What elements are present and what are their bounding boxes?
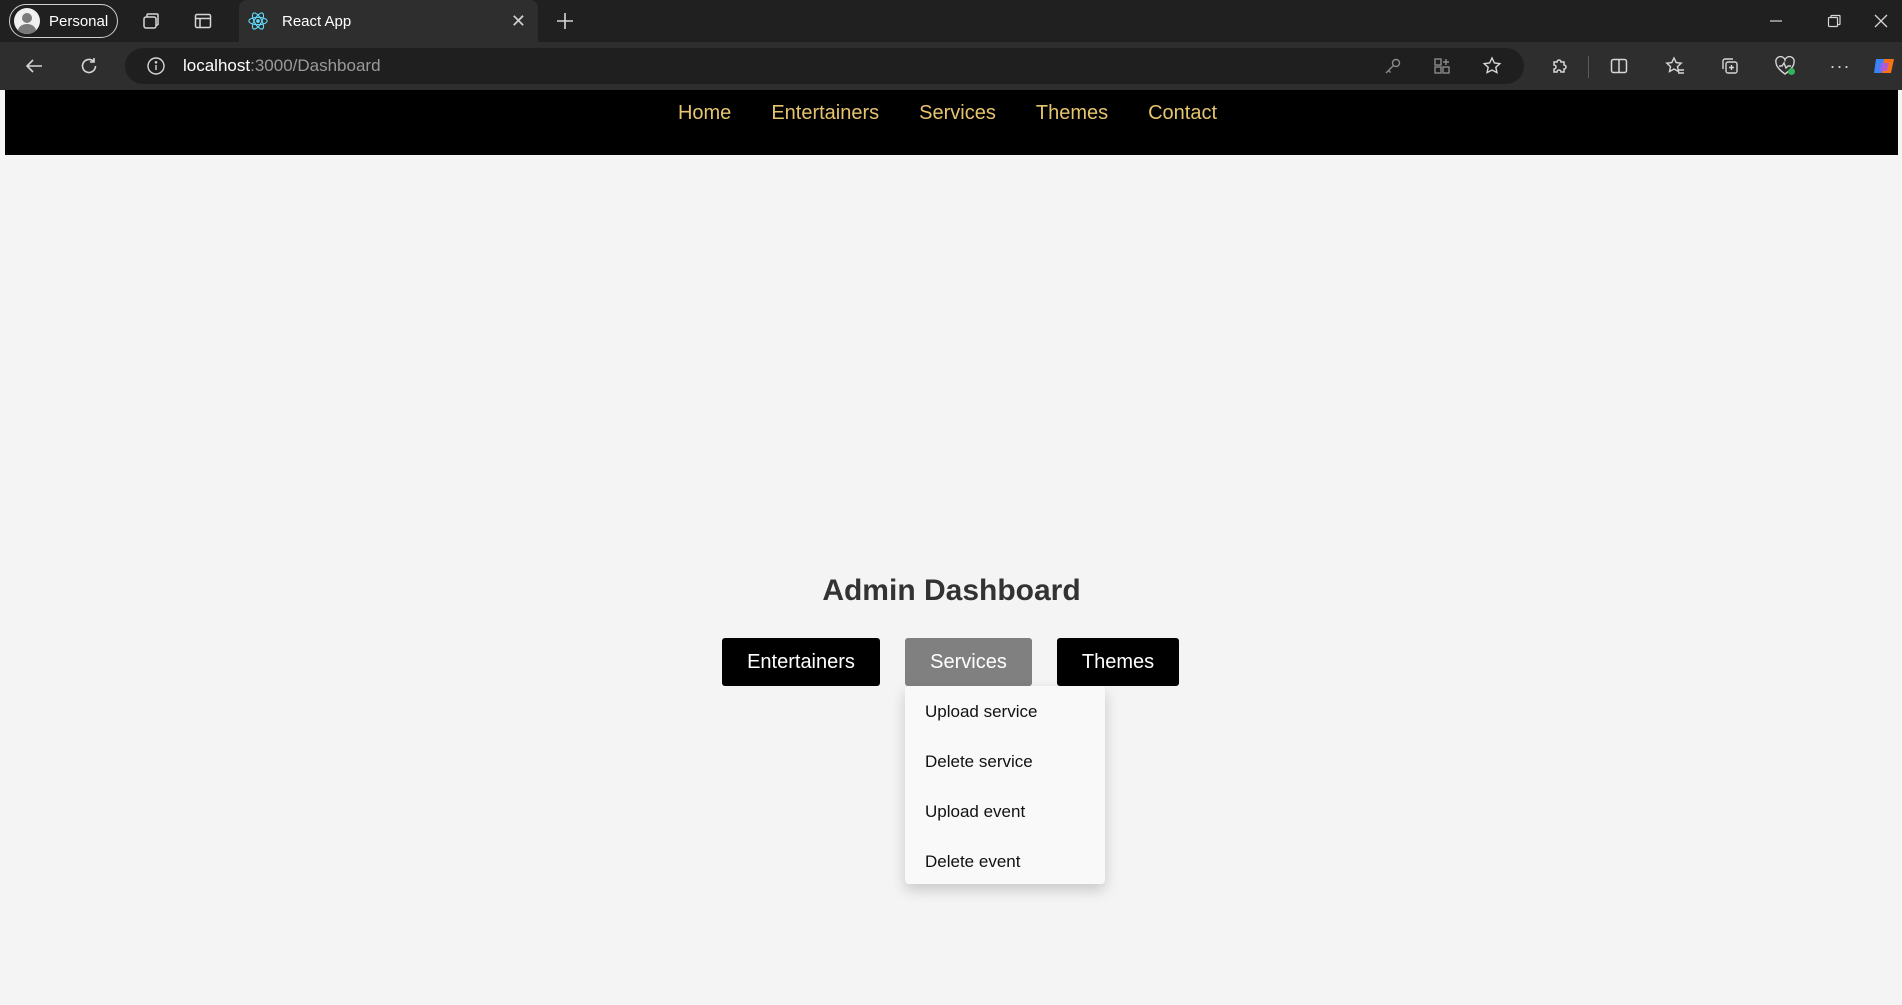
nav-item-home[interactable]: Home bbox=[678, 102, 731, 155]
split-screen-icon[interactable] bbox=[1599, 42, 1639, 90]
extensions-icon[interactable] bbox=[1540, 42, 1580, 90]
menu-item-delete-event[interactable]: Delete event bbox=[905, 842, 1105, 892]
site-navbar: Home Entertainers Services Themes Contac… bbox=[5, 90, 1898, 155]
browser-tab-bar: Personal React App ✕ bbox=[0, 0, 1902, 42]
nav-item-contact[interactable]: Contact bbox=[1148, 102, 1217, 155]
dashboard-button-group: Entertainers Services Themes bbox=[722, 638, 1179, 686]
new-tab-icon[interactable] bbox=[552, 8, 578, 34]
page-title: Admin Dashboard bbox=[822, 574, 1081, 607]
menu-item-upload-service[interactable]: Upload service bbox=[905, 692, 1105, 742]
toolbar-divider bbox=[1588, 56, 1589, 78]
nav-item-entertainers[interactable]: Entertainers bbox=[771, 102, 879, 155]
copilot-icon[interactable] bbox=[1872, 42, 1902, 90]
tab-actions-icon[interactable] bbox=[139, 9, 163, 33]
menu-item-upload-event[interactable]: Upload event bbox=[905, 792, 1105, 842]
favorites-icon[interactable] bbox=[1655, 42, 1695, 90]
url-text: localhost:3000/Dashboard bbox=[183, 56, 381, 75]
browser-essentials-icon[interactable] bbox=[1765, 42, 1805, 90]
favorite-star-icon[interactable] bbox=[1472, 42, 1512, 90]
apps-icon[interactable] bbox=[1422, 42, 1462, 90]
nav-item-services[interactable]: Services bbox=[919, 102, 996, 155]
minimize-icon[interactable] bbox=[1748, 0, 1804, 42]
entertainers-button[interactable]: Entertainers bbox=[722, 638, 880, 686]
back-icon[interactable] bbox=[14, 42, 54, 90]
page-viewport: Home Entertainers Services Themes Contac… bbox=[5, 90, 1898, 1005]
react-icon bbox=[248, 11, 268, 31]
collections-icon[interactable] bbox=[1710, 42, 1750, 90]
nav-list: Home Entertainers Services Themes Contac… bbox=[658, 90, 1237, 155]
menu-item-delete-service[interactable]: Delete service bbox=[905, 742, 1105, 792]
tab-title: React App bbox=[282, 12, 352, 30]
address-bar[interactable]: localhost:3000/Dashboard bbox=[125, 48, 1524, 84]
window-close-icon[interactable] bbox=[1860, 0, 1902, 42]
services-button[interactable]: Services bbox=[905, 638, 1032, 686]
refresh-icon[interactable] bbox=[69, 42, 109, 90]
nav-item-themes[interactable]: Themes bbox=[1036, 102, 1108, 155]
restore-icon[interactable] bbox=[1806, 0, 1862, 42]
vertical-tabs-icon[interactable] bbox=[191, 9, 215, 33]
active-tab[interactable]: React App ✕ bbox=[239, 0, 538, 42]
profile-label: Personal bbox=[49, 12, 109, 30]
profile-button[interactable]: Personal bbox=[9, 4, 118, 38]
close-icon[interactable]: ✕ bbox=[511, 11, 526, 32]
profile-avatar-icon bbox=[14, 8, 40, 34]
key-icon[interactable] bbox=[1373, 42, 1413, 90]
themes-button[interactable]: Themes bbox=[1057, 638, 1179, 686]
site-info-icon[interactable] bbox=[146, 56, 166, 76]
more-icon[interactable]: ··· bbox=[1820, 42, 1860, 90]
services-dropdown-menu: Upload service Delete service Upload eve… bbox=[905, 686, 1105, 884]
